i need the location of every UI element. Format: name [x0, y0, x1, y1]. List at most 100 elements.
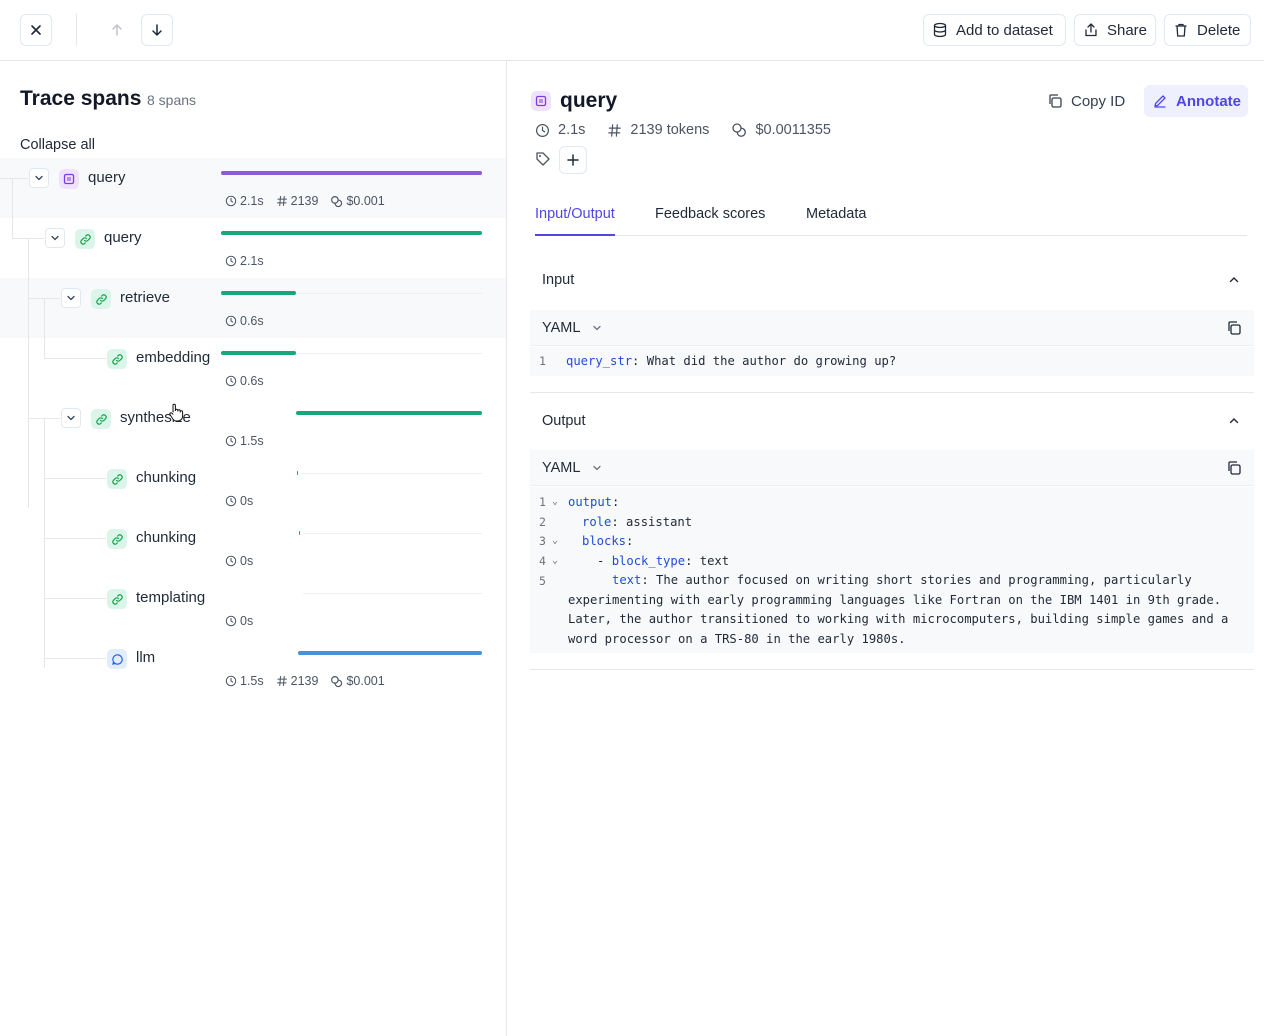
- annotate-label: Annotate: [1176, 92, 1241, 110]
- span-duration: 2.1s: [225, 254, 264, 268]
- span-duration-bar: [221, 291, 296, 295]
- span-meta: 1.5s 2139 $0.001: [225, 674, 385, 688]
- next-span-button[interactable]: [141, 14, 173, 46]
- output-code-block: 1 ⌄ output: 2 role: assistant 3 ⌄ blocks…: [530, 487, 1254, 653]
- span-name: embedding: [136, 349, 211, 366]
- toolbar-divider: [76, 14, 77, 46]
- collapse-toggle[interactable]: [61, 288, 81, 308]
- input-code-block: 1 query_str: What did the author do grow…: [530, 347, 1254, 376]
- span-meta: 0s: [225, 494, 253, 508]
- tree-connector: [44, 538, 106, 539]
- tree-connector: [44, 478, 106, 479]
- collapse-toggle[interactable]: [29, 168, 49, 188]
- span-meta: 0.6s: [225, 314, 264, 328]
- span-cost: $0.001: [330, 674, 385, 688]
- link-icon: [107, 349, 127, 369]
- clock-icon: [225, 615, 237, 627]
- link-icon: [107, 589, 127, 609]
- span-duration-bar: [298, 651, 482, 655]
- input-format-label: YAML: [542, 319, 581, 336]
- tag-icon: [536, 152, 550, 166]
- output-heading: Output: [542, 413, 586, 429]
- add-to-dataset-button[interactable]: Add to dataset: [923, 14, 1066, 46]
- tab-feedback-scores[interactable]: Feedback scores: [655, 206, 765, 236]
- chevron-down-icon: [593, 465, 602, 470]
- tree-connector: [28, 298, 60, 299]
- delete-label: Delete: [1197, 21, 1241, 39]
- span-duration: 1.5s: [225, 674, 264, 688]
- span-row-templating[interactable]: templating 0s: [0, 578, 506, 638]
- clock-icon: [225, 195, 237, 207]
- copy-id-button[interactable]: Copy ID: [1047, 85, 1125, 117]
- collapse-toggle[interactable]: [45, 228, 65, 248]
- fold-chevron-icon[interactable]: ⌄: [552, 492, 558, 512]
- span-tokens: 2139: [276, 674, 318, 688]
- hash-icon: [276, 675, 287, 687]
- span-name: retrieve: [120, 289, 171, 306]
- span-name: llm: [136, 649, 156, 666]
- span-row-embedding[interactable]: embedding 0.6s: [0, 338, 506, 398]
- input-format-select[interactable]: YAML: [542, 320, 602, 336]
- arrow-down-icon: [152, 24, 162, 36]
- close-button[interactable]: [20, 14, 52, 46]
- code-line-wrapped: text: The author focused on writing shor…: [568, 573, 1229, 646]
- coins-icon: [732, 123, 747, 137]
- span-name: chunking: [136, 469, 197, 486]
- tree-connector: [0, 178, 28, 179]
- span-row-llm[interactable]: llm 1.5s 2139 $0.001: [0, 638, 506, 698]
- previous-span-button[interactable]: [101, 14, 133, 46]
- tree-connector: [44, 658, 106, 659]
- span-duration: 0.6s: [225, 374, 264, 388]
- span-row-query[interactable]: query 2.1s: [0, 218, 506, 278]
- tab-metadata[interactable]: Metadata: [806, 206, 866, 236]
- clock-icon: [225, 255, 237, 267]
- output-format-select[interactable]: YAML: [542, 460, 602, 476]
- chat-bubble-icon: [107, 649, 127, 669]
- span-duration-bar: [221, 231, 482, 235]
- clock-icon: [225, 675, 237, 687]
- annotate-button[interactable]: Annotate: [1144, 85, 1248, 117]
- fold-chevron-icon[interactable]: ⌄: [552, 551, 558, 571]
- span-row-synthesize[interactable]: synthesize 1.5s: [0, 398, 506, 458]
- timeline-track: [295, 353, 482, 354]
- span-row-chunking[interactable]: chunking 0s: [0, 458, 506, 518]
- collapse-toggle[interactable]: [61, 408, 81, 428]
- span-row-query[interactable]: query 2.1s 2139 $0.001: [0, 158, 506, 218]
- span-meta: 0.6s: [225, 374, 264, 388]
- chevron-down-icon: [67, 295, 75, 301]
- copy-output-icon[interactable]: [1226, 460, 1242, 476]
- tree-connector: [44, 418, 45, 668]
- span-row-chunking[interactable]: chunking 0s: [0, 518, 506, 578]
- link-icon: [91, 289, 111, 309]
- chain-icon: [59, 169, 79, 189]
- coins-icon: [331, 195, 343, 207]
- add-tag-button[interactable]: [559, 146, 587, 174]
- duration-stat: 2.1s: [535, 122, 585, 138]
- arrow-up-icon: [112, 24, 122, 36]
- clock-icon: [225, 495, 237, 507]
- span-title: query: [560, 89, 618, 112]
- collapse-all-button[interactable]: Collapse all: [20, 137, 95, 153]
- output-format-label: YAML: [542, 459, 581, 476]
- delete-button[interactable]: Delete: [1164, 14, 1251, 46]
- timeline-track: [303, 593, 482, 594]
- timeline-track: [295, 293, 482, 294]
- span-duration-bar: [221, 351, 296, 355]
- span-duration: 2.1s: [225, 194, 264, 208]
- clock-icon: [225, 555, 237, 567]
- tokens-stat: 2139 tokens: [607, 122, 709, 138]
- tab-input-output[interactable]: Input/Output: [535, 206, 615, 236]
- chevron-down-icon: [67, 415, 75, 421]
- span-row-retrieve[interactable]: retrieve 0.6s: [0, 278, 506, 338]
- span-duration-bar: [221, 171, 482, 175]
- copy-input-icon[interactable]: [1226, 320, 1242, 336]
- link-icon: [75, 229, 95, 249]
- share-button[interactable]: Share: [1074, 14, 1156, 46]
- fold-chevron-icon[interactable]: ⌄: [552, 531, 558, 551]
- timeline-track: [300, 473, 482, 474]
- hand-cursor-icon: [169, 403, 184, 422]
- plus-icon: [567, 154, 579, 166]
- link-icon: [107, 529, 127, 549]
- input-section-header[interactable]: Input: [530, 260, 1252, 300]
- output-section-header[interactable]: Output: [530, 401, 1252, 441]
